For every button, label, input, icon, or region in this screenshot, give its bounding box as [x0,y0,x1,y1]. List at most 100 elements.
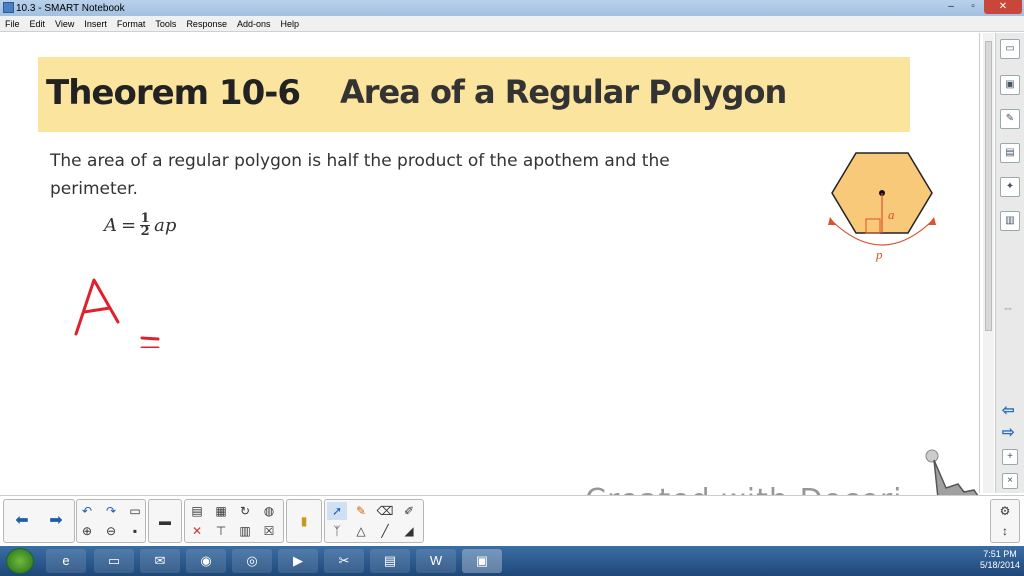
theorem-description: The area of a regular polygon is half th… [50,151,670,199]
menu-format[interactable]: Format [112,19,151,29]
ink-equals-top [140,336,160,341]
table-icon[interactable]: ⊤ [211,522,231,540]
bottom-toolbar: ⬅ ➡ ↶ ↷ ▭ ⊕ ⊖ ▪ ▬ ▤ ▦ ↻ ◍ ✕ ⊤ ▥ ☒ ▮ ➚ ✎ … [0,495,1024,545]
arc-arrowhead-left [828,217,836,225]
chrome-icon[interactable]: ◎ [232,549,272,573]
properties-icon[interactable]: ▤ [1000,143,1020,163]
redo-button[interactable]: ↷ [101,502,121,520]
clock-time: 7:51 PM [983,549,1017,559]
fill-tool-icon[interactable]: ◢ [399,522,419,540]
add-page-button[interactable]: ⊕ [77,522,97,540]
edit-group: ↶ ↷ ▭ ⊕ ⊖ ▪ [76,499,146,543]
title-bar: 10.3 - SMART Notebook – ▫ ✕ [0,0,1024,16]
snipping-tool-icon[interactable]: ✂ [324,549,364,573]
ink-letter-a-bar [82,306,112,314]
menu-tools[interactable]: Tools [150,19,181,29]
outlook-icon[interactable]: ✉ [140,549,180,573]
move-toolbar-icon[interactable]: ↕ [995,522,1015,540]
smart-notebook-icon [3,2,14,13]
menu-view[interactable]: View [50,19,79,29]
display-group: ▬ [148,499,182,543]
resize-handle-icon[interactable]: ⇔ [1002,301,1014,315]
shape-tool-icon[interactable]: △ [351,522,371,540]
word-icon[interactable]: W [416,549,456,573]
scrollbar-thumb[interactable] [985,41,992,331]
system-clock[interactable]: 7:51 PM 5/18/2014 [980,549,1020,571]
line-tool-icon[interactable]: ╱ [375,522,395,540]
ink-letter-a [74,278,120,336]
grid-icon[interactable]: ▥ [235,522,255,540]
drawing-group: ➚ ✎ ⌫ ✐ ᛉ △ ╱ ◢ [324,499,424,543]
next-page-icon[interactable]: ⇨ [1002,423,1015,441]
formula-lhs: A [104,215,117,236]
arc-arrowhead-right [928,217,936,225]
hexagon-diagram: a p [828,152,936,262]
area-formula: A = 1 2 ap [104,212,177,239]
apothem-label: a [888,207,895,222]
gear-icon[interactable]: ⚙ [995,502,1015,520]
eraser-tool-icon[interactable]: ⌫ [375,502,395,520]
delete-page-icon[interactable]: × [1002,473,1018,489]
response-icon[interactable]: ▮ [294,512,314,530]
attachments-icon[interactable]: ✎ [1000,109,1020,129]
theorem-banner: Theorem 10-6 Area of a Regular Polygon [38,57,910,132]
theorem-heading: Area of a Regular Polygon [340,73,787,111]
save-icon[interactable]: ▪ [125,522,145,540]
file-explorer-icon[interactable]: ▭ [94,549,134,573]
media-icon[interactable]: ▶ [278,549,318,573]
pen-tool-icon[interactable]: ✎ [351,502,371,520]
nav-group: ⬅ ➡ [3,499,75,543]
start-button[interactable] [6,548,34,574]
fraction-denominator: 2 [140,224,150,239]
open-file-icon[interactable]: ▭ [125,502,145,520]
firefox-icon[interactable]: ◉ [186,549,226,573]
minimize-button[interactable]: – [940,0,962,14]
restore-button[interactable]: ▫ [962,0,984,14]
tools-group: ▤ ▦ ↻ ◍ ✕ ⊤ ▥ ☒ [184,499,284,543]
close-toolbar-icon[interactable]: ☒ [259,522,279,540]
smart-notebook-taskbar-icon[interactable]: ▣ [462,549,502,573]
notes-icon[interactable]: ▥ [1000,211,1020,231]
menu-insert[interactable]: Insert [79,19,112,29]
select-tool-icon[interactable]: ➚ [327,502,347,520]
perimeter-label: p [875,247,883,262]
response-group: ▮ [286,499,322,543]
menu-bar: File Edit View Insert Format Tools Respo… [0,16,1024,32]
creative-pen-icon[interactable]: ᛉ [327,522,347,540]
menu-response[interactable]: Response [181,19,232,29]
formula-fraction: 1 2 [140,212,151,239]
undo-button[interactable]: ↶ [77,502,97,520]
previous-page-button[interactable]: ⬅ [12,512,32,530]
next-page-button[interactable]: ➡ [46,512,66,530]
clock-date: 5/18/2014 [979,560,1020,570]
addons-icon[interactable]: ✦ [1000,177,1020,197]
menu-edit[interactable]: Edit [25,19,51,29]
previous-page-icon[interactable]: ⇦ [1002,401,1015,419]
vertical-scrollbar[interactable] [983,33,994,493]
menu-file[interactable]: File [0,19,25,29]
page-canvas[interactable]: Theorem 10-6 Area of a Regular Polygon T… [0,33,980,493]
window-title: 10.3 - SMART Notebook [16,2,125,14]
menu-help[interactable]: Help [276,19,305,29]
handwritten-ink: A = [60,268,160,348]
theorem-number: Theorem 10-6 [46,73,301,113]
side-tabs: ▭ ▣ ✎ ▤ ✦ ▥ ⇔ ⇦ ⇨ + × [995,33,1024,493]
paste-icon[interactable]: ▤ [187,502,207,520]
page-sorter-icon[interactable]: ▭ [1000,39,1020,59]
formula-rhs: ap [154,215,177,236]
refresh-icon[interactable]: ↻ [235,502,255,520]
menu-add-ons[interactable]: Add-ons [232,19,276,29]
folder-icon[interactable]: ▤ [370,549,410,573]
taskbar: e ▭ ✉ ◉ ◎ ▶ ✂ ▤ W ▣ 7:51 PM 5/18/2014 [0,546,1024,576]
screen-shade-icon[interactable]: ▦ [211,502,231,520]
clear-icon[interactable]: ✕ [187,522,207,540]
add-page-icon[interactable]: + [1002,449,1018,465]
internet-explorer-icon[interactable]: e [46,549,86,573]
full-screen-icon[interactable]: ▬ [155,512,175,530]
ink-text: A = [60,268,62,269]
close-button[interactable]: ✕ [984,0,1022,14]
gallery-icon[interactable]: ▣ [1000,75,1020,95]
magic-pen-icon[interactable]: ✐ [399,502,419,520]
capture-icon[interactable]: ◍ [259,502,279,520]
delete-page-button[interactable]: ⊖ [101,522,121,540]
